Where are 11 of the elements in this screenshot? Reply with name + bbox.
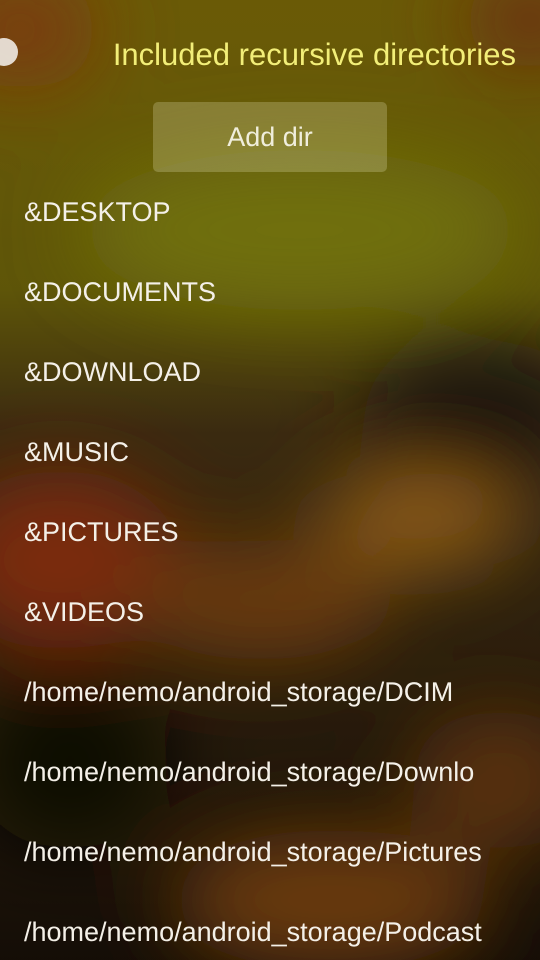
directory-item[interactable]: &PICTURES (0, 492, 540, 572)
directory-item[interactable]: &DOWNLOAD (0, 332, 540, 412)
directory-item[interactable]: &DOCUMENTS (0, 252, 540, 332)
directory-item[interactable]: /home/nemo/android_storage/Podcast (0, 892, 540, 960)
directory-item[interactable]: &VIDEOS (0, 572, 540, 652)
directory-item[interactable]: &DESKTOP (0, 172, 540, 252)
directory-item[interactable]: /home/nemo/android_storage/DCIM (0, 652, 540, 732)
directory-item[interactable]: /home/nemo/android_storage/Pictures (0, 812, 540, 892)
page-title: Included recursive directories (112, 36, 517, 74)
directory-item[interactable]: &MUSIC (0, 412, 540, 492)
directory-item[interactable]: /home/nemo/android_storage/Downlo (0, 732, 540, 812)
